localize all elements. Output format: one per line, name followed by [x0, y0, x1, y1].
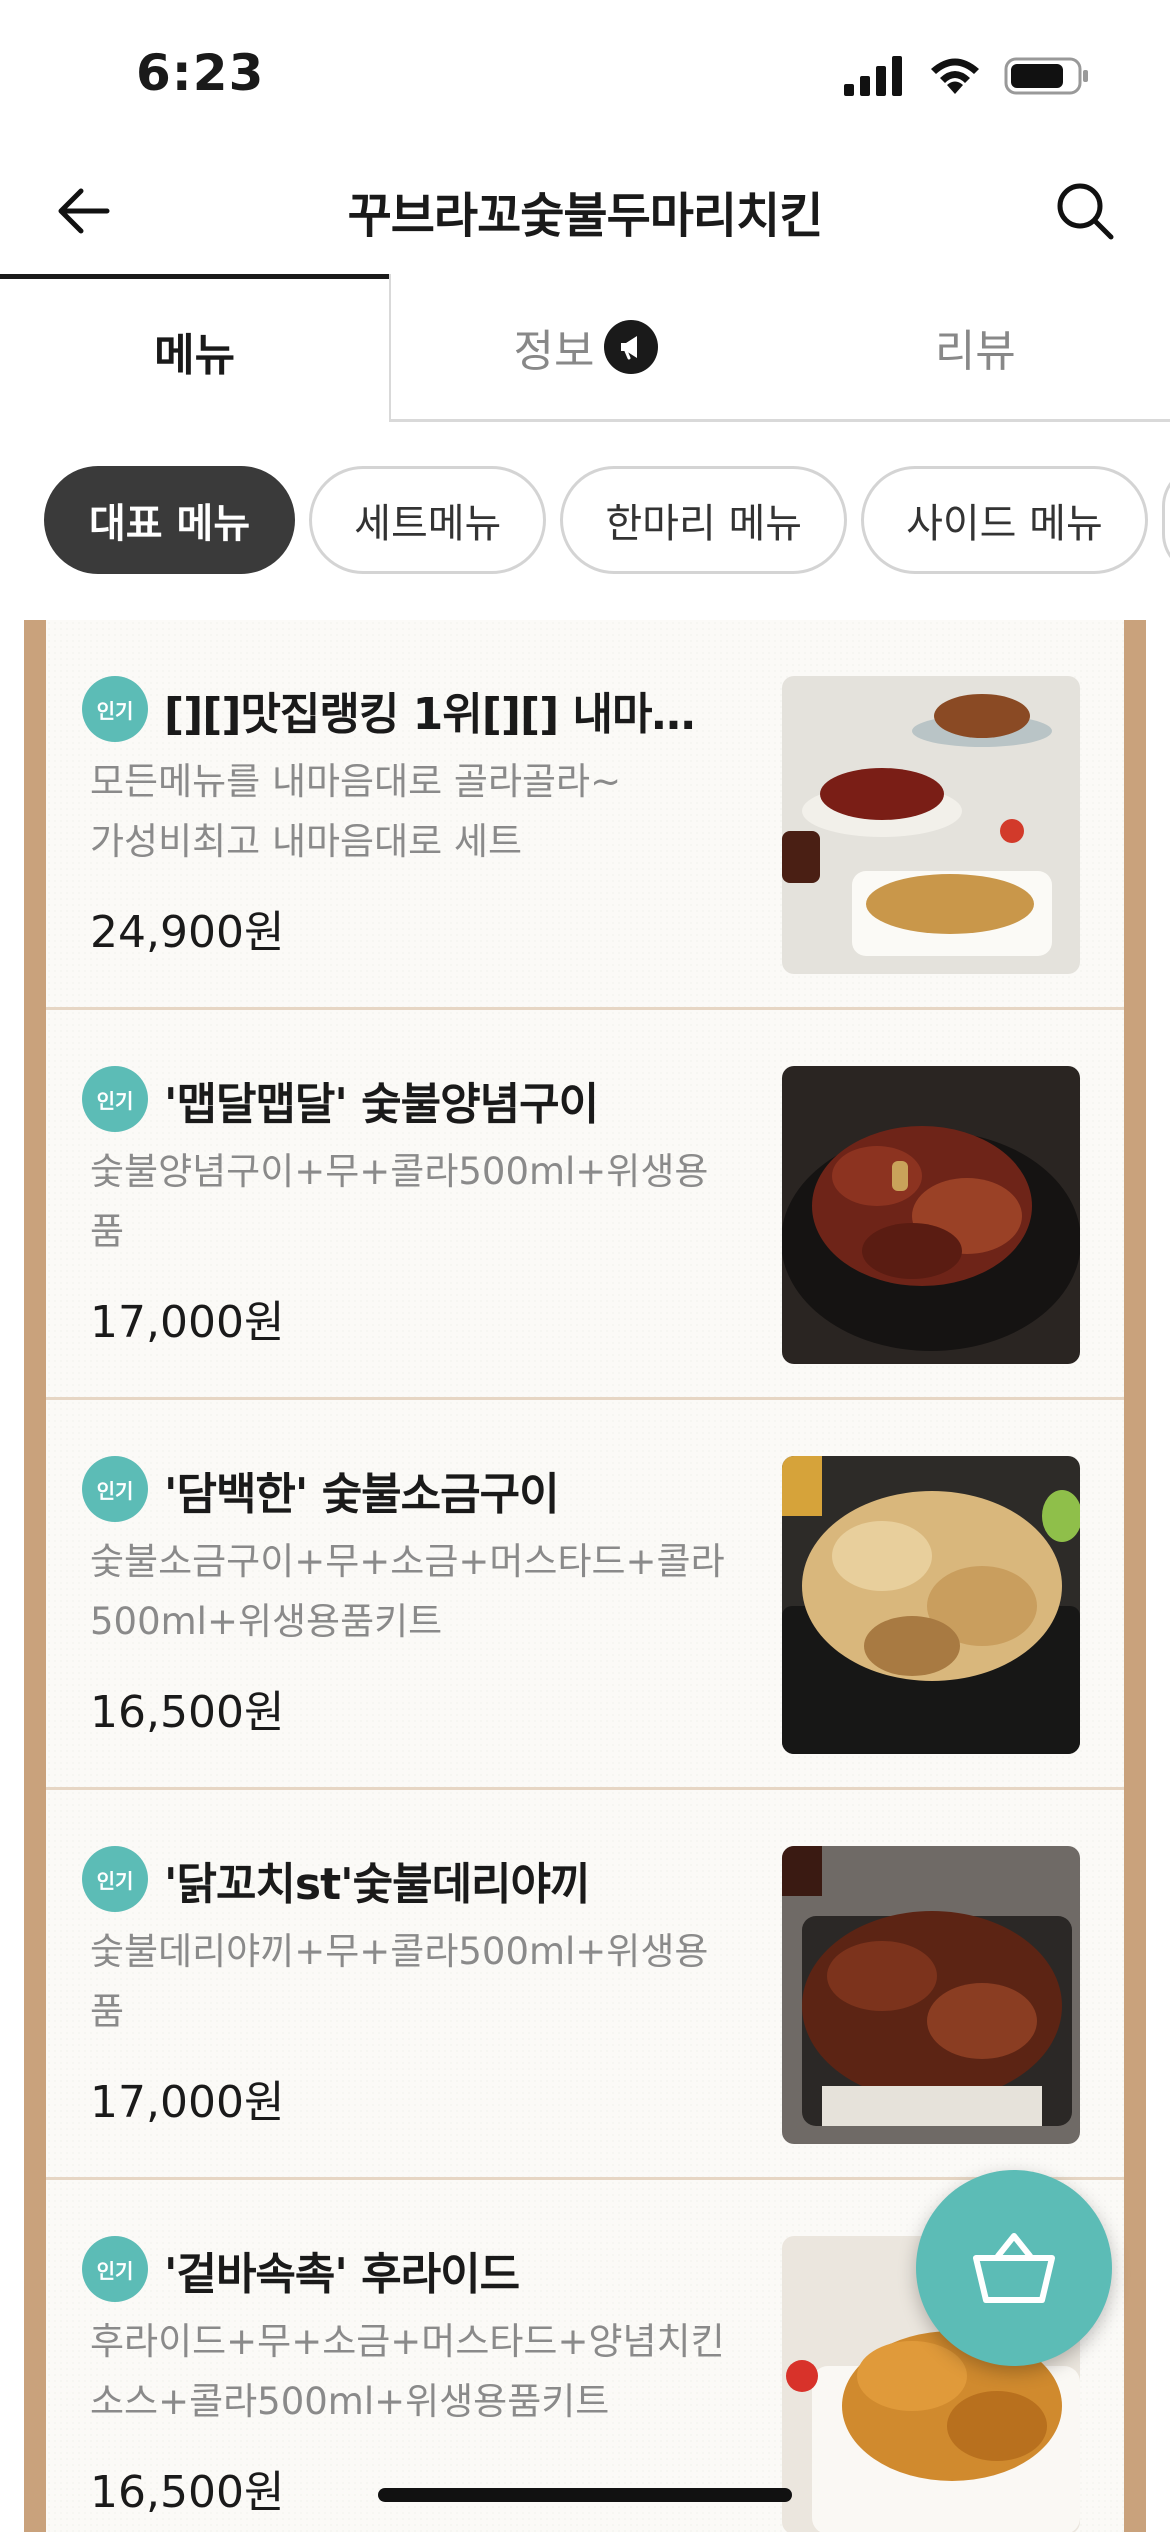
menu-item-photo — [782, 1456, 1080, 1754]
status-bar: 6:23 — [0, 0, 1170, 150]
tab-bar: 메뉴 정보 리뷰 — [0, 274, 1170, 422]
menu-item-photo — [782, 676, 1080, 974]
menu-item-price: 16,500원 — [90, 1687, 285, 1738]
menu-item[interactable]: 인기 '담백한' 숯불소금구이 숯불소금구이+무+소금+머스타드+콜라 500m… — [46, 1400, 1124, 1790]
chip-single-menu[interactable]: 한마리 메뉴 — [560, 466, 848, 574]
popular-badge: 인기 — [82, 1846, 148, 1912]
tab-label: 리뷰 — [934, 325, 1016, 377]
tab-menu[interactable]: 메뉴 — [0, 274, 390, 422]
cellular-icon — [844, 56, 902, 96]
menu-item-desc: 숯불소금구이+무+소금+머스타드+콜라 500ml+위생용품키트 — [90, 1540, 725, 1643]
tab-label: 메뉴 — [154, 329, 236, 381]
chip-side-menu[interactable]: 사이드 메뉴 — [861, 466, 1148, 574]
menu-item-desc: 숯불양념구이+무+콜라500ml+위생용품 키트… — [90, 1150, 709, 1253]
tab-label: 정보 — [513, 325, 595, 377]
store-title: 꾸브라꼬숯불두마리치킨 — [347, 188, 824, 244]
menu-item-photo — [782, 1846, 1080, 2144]
status-icons — [844, 56, 1090, 96]
menu-item-name: '담백한' 숯불소금구이 — [164, 1469, 560, 1520]
menu-item[interactable]: 인기 '맵달맵달' 숯불양념구이 숯불양념구이+무+콜라500ml+위생용품 키… — [46, 1010, 1124, 1400]
menu-item[interactable]: 인기 [][]맛집랭킹 1위[][] 내마음… 모든메뉴를 내마음대로 골라골라… — [46, 620, 1124, 1010]
basket-icon — [973, 2233, 1055, 2303]
home-indicator — [378, 2488, 792, 2502]
menu-item-price: 16,500원 — [90, 2467, 285, 2518]
popular-badge: 인기 — [82, 676, 148, 742]
popular-badge: 인기 — [82, 2236, 148, 2302]
menu-item[interactable]: 인기 '닭꼬치st'숯불데리야끼 숯불데리야끼+무+콜라500ml+위생용품 키… — [46, 1790, 1124, 2180]
menu-item-price: 17,000원 — [90, 1297, 285, 1348]
menu-item-price: 24,900원 — [90, 907, 285, 958]
chip-more[interactable] — [1161, 466, 1170, 574]
battery-icon — [1004, 57, 1088, 95]
cart-button[interactable] — [916, 2170, 1112, 2366]
chip-set-menu[interactable]: 세트메뉴 — [309, 466, 547, 574]
menu-item-desc: 후라이드+무+소금+머스타드+양념치킨 소스+콜라500ml+위생용품키트 — [90, 2320, 725, 2423]
tab-review[interactable]: 리뷰 — [780, 274, 1170, 422]
menu-item-name: '겉바속촉' 후라이드 — [164, 2249, 520, 2300]
menu-item-name: [][]맛집랭킹 1위[][] 내마음… — [164, 689, 724, 740]
menu-item-desc: 모든메뉴를 내마음대로 골라골라~ 가성비최고 내마음대로 세트 — [90, 760, 622, 863]
menu-item-price: 17,000원 — [90, 2077, 285, 2128]
header: 꾸브라꼬숯불두마리치킨 — [0, 150, 1170, 274]
tab-info[interactable]: 정보 — [389, 274, 781, 422]
popular-badge: 인기 — [82, 1066, 148, 1132]
status-time: 6:23 — [136, 44, 265, 102]
megaphone-icon — [604, 319, 659, 374]
category-chips: 대표 메뉴 세트메뉴 한마리 메뉴 사이드 메뉴 — [44, 466, 1170, 576]
wifi-icon — [931, 58, 979, 94]
chip-featured-menu[interactable]: 대표 메뉴 — [44, 466, 296, 574]
search-button[interactable] — [1050, 176, 1120, 246]
menu-item-name: '맵달맵달' 숯불양념구이 — [164, 1079, 599, 1130]
search-icon — [1057, 183, 1114, 240]
popular-badge: 인기 — [82, 1456, 148, 1522]
menu-item-desc: 숯불데리야끼+무+콜라500ml+위생용품 키트… — [90, 1930, 709, 2033]
menu-item-photo — [782, 1066, 1080, 1364]
menu-item-name: '닭꼬치st'숯불데리야끼 — [164, 1859, 590, 1910]
